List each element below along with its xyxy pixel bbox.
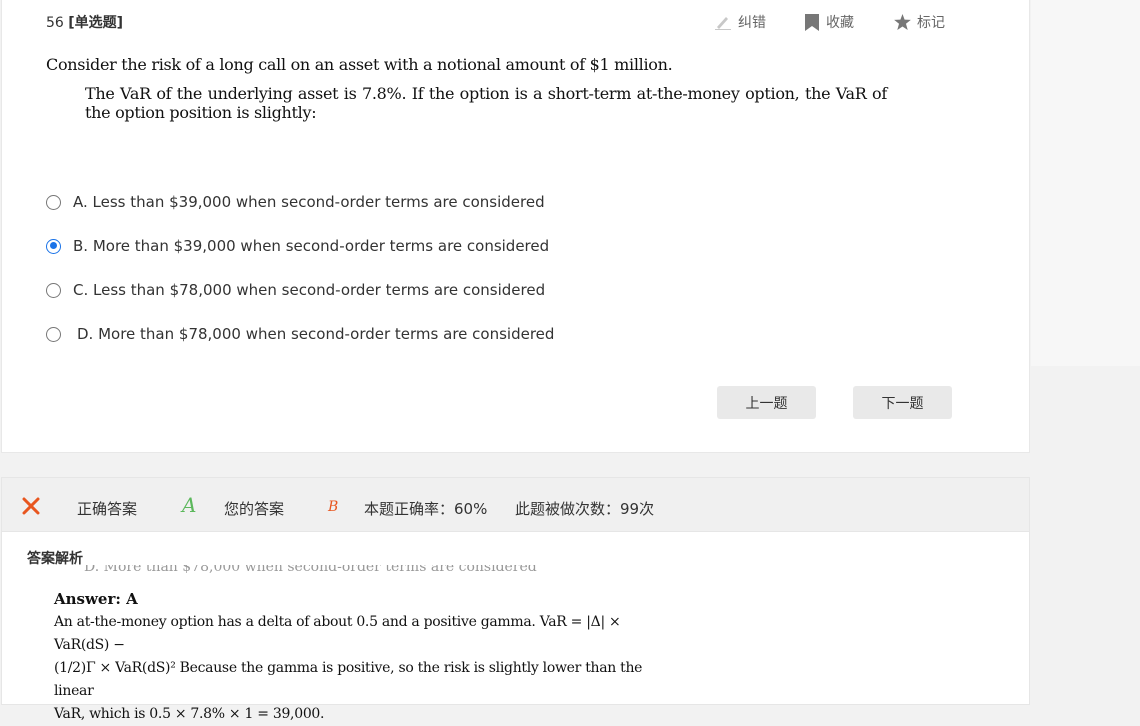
correct-error-button[interactable]: 纠错	[714, 12, 766, 32]
mark-button[interactable]: 标记	[894, 12, 945, 32]
question-number: 56	[46, 15, 64, 31]
right-background	[1031, 0, 1140, 366]
cropped-line: D. More than $78,000 when second-order t…	[84, 565, 537, 573]
wrong-x-icon	[22, 497, 40, 515]
question-type: [单选题]	[68, 15, 124, 31]
option-a[interactable]: A. Less than $39,000 when second-order t…	[46, 193, 545, 211]
option-d-label: D. More than $78,000 when second-order t…	[77, 325, 555, 343]
star-icon	[894, 14, 911, 30]
explanation-title: 答案解析	[27, 551, 83, 567]
option-c-label: C. Less than $78,000 when second-order t…	[73, 281, 546, 299]
favorite-button[interactable]: 收藏	[804, 12, 854, 32]
option-a-label: A. Less than $39,000 when second-order t…	[73, 193, 545, 211]
radio-c[interactable]	[46, 282, 61, 298]
answer-heading: Answer: A	[54, 590, 138, 608]
explanation-line-1: An at-the-money option has a delta of ab…	[54, 614, 621, 653]
radio-a[interactable]	[46, 194, 61, 210]
question-detail: The VaR of the underlying asset is 7.8%.…	[85, 84, 887, 122]
bookmark-icon	[805, 13, 819, 31]
option-d[interactable]: D. More than $78,000 when second-order t…	[46, 325, 554, 343]
option-b-label: B. More than $39,000 when second-order t…	[73, 237, 550, 255]
your-answer-label: 您的答案	[224, 500, 285, 518]
attempts-text: 此题被做次数：99次	[515, 500, 655, 518]
correct-answer-label: 正确答案	[77, 500, 138, 518]
your-answer-value: B	[328, 499, 339, 515]
option-c[interactable]: C. Less than $78,000 when second-order t…	[46, 281, 545, 299]
next-question-button[interactable]: 下一题	[853, 386, 952, 419]
radio-d[interactable]	[46, 326, 61, 342]
explanation-line-3: VaR, which is 0.5 × 7.8% × 1 = 39,000.	[54, 706, 325, 722]
question-header: 56 [单选题]	[46, 12, 123, 32]
option-b[interactable]: B. More than $39,000 when second-order t…	[46, 237, 549, 255]
accuracy-text: 本题正确率：60%	[364, 500, 488, 518]
radio-b[interactable]	[46, 238, 61, 254]
pencil-icon	[715, 17, 731, 30]
answer-explanation: An at-the-money option has a delta of ab…	[54, 611, 664, 726]
question-stem: Consider the risk of a long call on an a…	[46, 55, 673, 74]
prev-question-button[interactable]: 上一题	[717, 386, 816, 419]
explanation-line-2: (1/2)Γ × VaR(dS)² Because the gamma is p…	[54, 660, 643, 699]
correct-answer-value: A	[182, 493, 197, 517]
